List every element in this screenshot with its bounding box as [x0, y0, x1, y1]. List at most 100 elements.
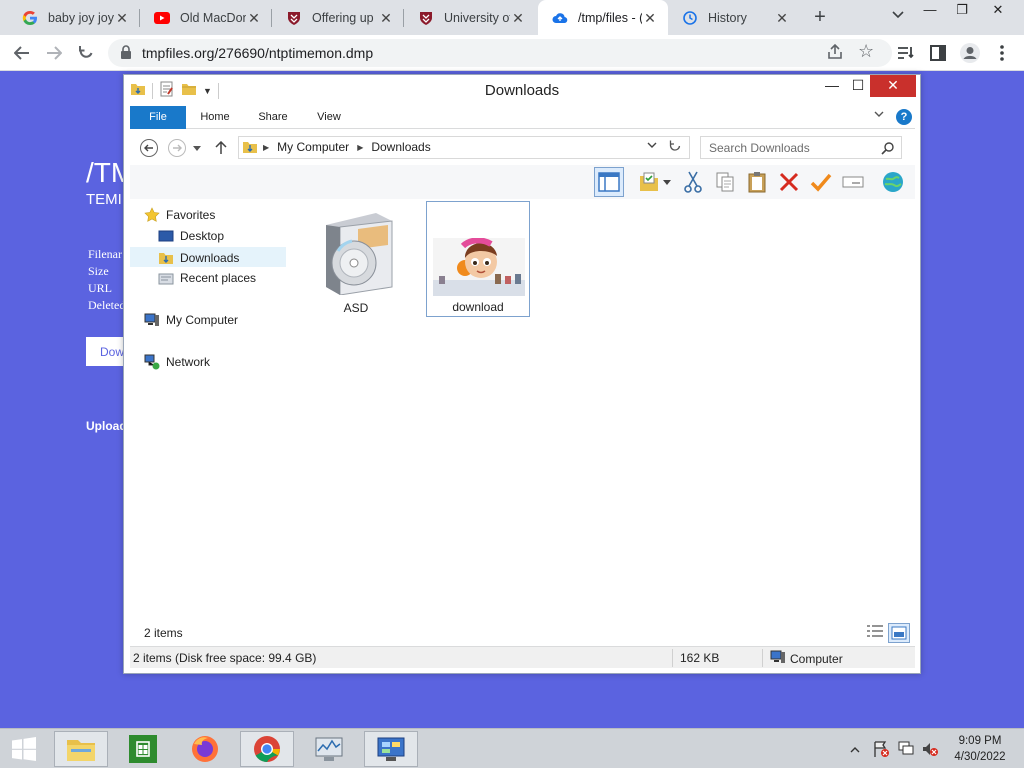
taskbar-store[interactable] — [116, 731, 170, 767]
cut-scissors-icon[interactable] — [678, 167, 708, 197]
tab-tmpfiles[interactable]: /tmp/files - ( ✕ — [538, 0, 668, 35]
firefox-icon — [192, 736, 218, 762]
navigation-pane: Favorites Desktop Downloads Recent place… — [130, 203, 290, 613]
back-button-icon[interactable] — [138, 137, 160, 159]
system-clock[interactable]: 9:09 PM 4/30/2022 — [944, 733, 1016, 765]
tab-offering-up[interactable]: Offering up ✕ — [272, 0, 404, 35]
tab-file[interactable]: File — [130, 106, 186, 129]
side-panel-icon[interactable] — [924, 39, 952, 67]
tab-view[interactable]: View — [306, 106, 352, 129]
copy-icon[interactable] — [710, 167, 740, 197]
download-button[interactable]: Dow — [86, 337, 128, 366]
software-box-icon — [326, 213, 393, 295]
breadcrumb-arrow-icon[interactable]: ▶ — [357, 137, 363, 158]
file-item-download[interactable]: download — [426, 201, 530, 317]
uni-crest-icon — [418, 10, 434, 26]
taskbar-firefox[interactable] — [178, 731, 232, 767]
tab-title: /tmp/files - ( — [578, 10, 642, 25]
preview-pane-icon[interactable] — [594, 167, 624, 197]
tab-share[interactable]: Share — [250, 106, 296, 129]
nav-downloads[interactable]: Downloads — [130, 247, 286, 267]
close-tab-icon[interactable]: ✕ — [246, 10, 262, 26]
tab-old-macdonald[interactable]: Old MacDon ✕ — [140, 0, 272, 35]
close-window-icon[interactable]: ✕ — [980, 0, 1016, 20]
reload-icon[interactable] — [72, 39, 100, 67]
new-tab-button[interactable]: + — [808, 6, 832, 30]
explorer-close-button[interactable]: ✕ — [870, 75, 916, 97]
file-explorer-icon — [67, 740, 95, 761]
taskbar-file-explorer[interactable] — [54, 731, 108, 767]
explorer-minimize-icon[interactable]: — — [818, 75, 846, 97]
url-label: URL — [88, 281, 112, 295]
explorer-window: ▼ Downloads — ☐ ✕ File Home Share View ? — [123, 74, 921, 674]
nav-desktop[interactable]: Desktop — [158, 226, 224, 246]
share-icon[interactable] — [826, 43, 846, 63]
action-center-flag-icon[interactable] — [872, 729, 890, 768]
close-tab-icon[interactable]: ✕ — [510, 10, 526, 26]
taskbar-control-panel[interactable] — [364, 731, 418, 767]
tab-home[interactable]: Home — [192, 106, 238, 129]
forward-arrow-icon[interactable] — [40, 39, 68, 67]
large-icons-view-icon[interactable] — [888, 623, 910, 643]
nav-label: Desktop — [180, 229, 225, 243]
breadcrumb-my-computer[interactable]: My Computer — [277, 137, 349, 158]
explorer-address-bar[interactable]: ▶ My Computer ▶ Downloads — [238, 136, 690, 159]
nav-recent-places[interactable]: Recent places — [158, 268, 256, 288]
up-arrow-icon[interactable] — [210, 137, 232, 159]
profile-avatar-icon[interactable] — [956, 39, 984, 67]
show-hidden-icons-chevron[interactable] — [850, 729, 860, 768]
expand-ribbon-chevron-icon[interactable] — [874, 110, 884, 121]
rename-field-icon[interactable] — [838, 167, 868, 197]
item-count-bar: 2 items — [130, 623, 915, 643]
breadcrumb-downloads[interactable]: Downloads — [371, 137, 430, 158]
search-downloads-box[interactable]: Search Downloads — [700, 136, 902, 159]
tab-university[interactable]: University of ✕ — [404, 0, 536, 35]
upload-link[interactable]: Upload — [86, 419, 127, 433]
refresh-icon[interactable] — [669, 139, 681, 155]
status-divider — [672, 649, 673, 667]
close-tab-icon[interactable]: ✕ — [378, 10, 394, 26]
folder-options-dropdown-icon[interactable] — [660, 167, 674, 197]
forward-button-icon[interactable] — [166, 137, 188, 159]
restore-window-icon[interactable]: ❐ — [944, 0, 980, 20]
network-icon — [144, 354, 160, 370]
taskbar-resource-monitor[interactable] — [302, 731, 356, 767]
recent-locations-chevron-icon[interactable] — [190, 137, 204, 159]
reading-list-icon[interactable] — [892, 39, 920, 67]
close-tab-icon[interactable]: ✕ — [642, 10, 658, 26]
nav-favorites[interactable]: Favorites — [144, 205, 215, 225]
browser-toolbar: tmpfiles.org/276690/ntptimemon.dmp ☆ — [0, 35, 1024, 71]
tab-baby-joy[interactable]: baby joy joy ✕ — [8, 0, 140, 35]
tab-history[interactable]: History ✕ — [668, 0, 800, 35]
tab-search-chevron-icon[interactable] — [888, 8, 908, 28]
bookmark-star-icon[interactable]: ☆ — [858, 41, 874, 62]
address-dropdown-icon[interactable] — [647, 141, 657, 152]
tab-title: Offering up — [312, 10, 374, 25]
downloads-folder-icon — [242, 139, 258, 158]
help-icon[interactable]: ? — [896, 109, 912, 125]
breadcrumb-arrow-icon[interactable]: ▶ — [263, 137, 269, 158]
minimize-window-icon[interactable]: — — [912, 0, 948, 20]
search-placeholder: Search Downloads — [709, 141, 810, 155]
details-view-icon[interactable] — [866, 624, 886, 642]
check-mark-icon[interactable] — [806, 167, 836, 197]
globe-icon[interactable] — [878, 167, 908, 197]
network-status-icon[interactable] — [897, 729, 915, 768]
status-location-label: Computer — [790, 651, 843, 666]
back-arrow-icon[interactable] — [8, 39, 36, 67]
nav-my-computer[interactable]: My Computer — [144, 310, 238, 330]
address-bar[interactable]: tmpfiles.org/276690/ntptimemon.dmp ☆ — [108, 39, 892, 67]
nav-label: Recent places — [180, 271, 257, 285]
kebab-menu-icon[interactable] — [988, 39, 1016, 67]
file-item-asd[interactable]: ASD — [304, 203, 408, 319]
close-tab-icon[interactable]: ✕ — [774, 10, 790, 26]
start-button[interactable] — [0, 731, 48, 767]
taskbar-chrome[interactable] — [240, 731, 294, 767]
paste-clipboard-icon[interactable] — [742, 167, 772, 197]
close-tab-icon[interactable]: ✕ — [114, 10, 130, 26]
volume-muted-icon[interactable] — [921, 729, 939, 768]
delete-x-icon[interactable] — [774, 167, 804, 197]
nav-network[interactable]: Network — [144, 352, 210, 372]
windows-taskbar: 9:09 PM 4/30/2022 — [0, 728, 1024, 768]
explorer-maximize-icon[interactable]: ☐ — [844, 75, 872, 97]
